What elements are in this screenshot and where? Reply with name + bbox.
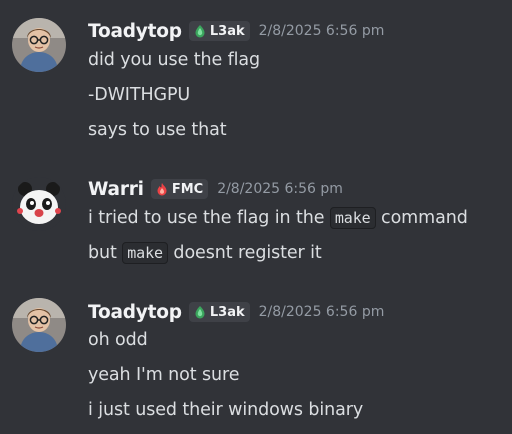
message-text: oh odd <box>88 330 148 350</box>
guild-tag-label: L3ak <box>209 304 245 320</box>
username[interactable]: Toadytop <box>88 302 182 323</box>
username[interactable]: Warri <box>88 179 144 200</box>
toadytop-avatar[interactable] <box>12 18 66 72</box>
green-gem-icon <box>195 25 205 38</box>
guild-tag-label: L3ak <box>209 23 245 39</box>
timestamp[interactable]: 2/8/2025 6:56 pm <box>217 181 343 197</box>
message-header: Warri FMC 2/8/2025 6:56 pm <box>88 176 343 202</box>
text-segment: command <box>375 208 468 228</box>
text-segment: i tried to use the flag in the <box>88 208 330 228</box>
chat-log: Toadytop L3ak 2/8/2025 6:56 pm did you u… <box>0 0 512 434</box>
message-header: Toadytop L3ak 2/8/2025 6:56 pm <box>88 18 384 44</box>
guild-tag[interactable]: L3ak <box>188 302 250 322</box>
text-segment: but <box>88 243 123 263</box>
message-text: -DWITHGPU <box>88 85 191 105</box>
message-header: Toadytop L3ak 2/8/2025 6:56 pm <box>88 299 384 325</box>
text-segment: doesnt register it <box>167 243 322 263</box>
guild-tag[interactable]: L3ak <box>188 21 250 41</box>
toadytop-avatar[interactable] <box>12 298 66 352</box>
username[interactable]: Toadytop <box>88 21 182 42</box>
warri-panda-avatar-image <box>12 177 66 231</box>
message-text: i tried to use the flag in the make comm… <box>88 205 468 231</box>
message-text: but make doesnt register it <box>88 240 322 266</box>
toadytop-avatar-image <box>12 18 66 72</box>
message-text: yeah I'm not sure <box>88 365 240 385</box>
message-text: i just used their windows binary <box>88 400 364 420</box>
flame-icon <box>157 183 167 196</box>
inline-code: make <box>122 242 168 264</box>
message-text: says to use that <box>88 120 227 140</box>
warri-panda-avatar[interactable] <box>12 177 66 231</box>
guild-tag[interactable]: FMC <box>150 179 209 199</box>
green-gem-icon <box>195 306 205 319</box>
inline-code: make <box>329 207 376 229</box>
timestamp[interactable]: 2/8/2025 6:56 pm <box>259 304 385 320</box>
toadytop-avatar-image <box>12 298 66 352</box>
guild-tag-label: FMC <box>171 181 204 197</box>
timestamp[interactable]: 2/8/2025 6:56 pm <box>259 23 385 39</box>
message-text: did you use the flag <box>88 50 261 70</box>
